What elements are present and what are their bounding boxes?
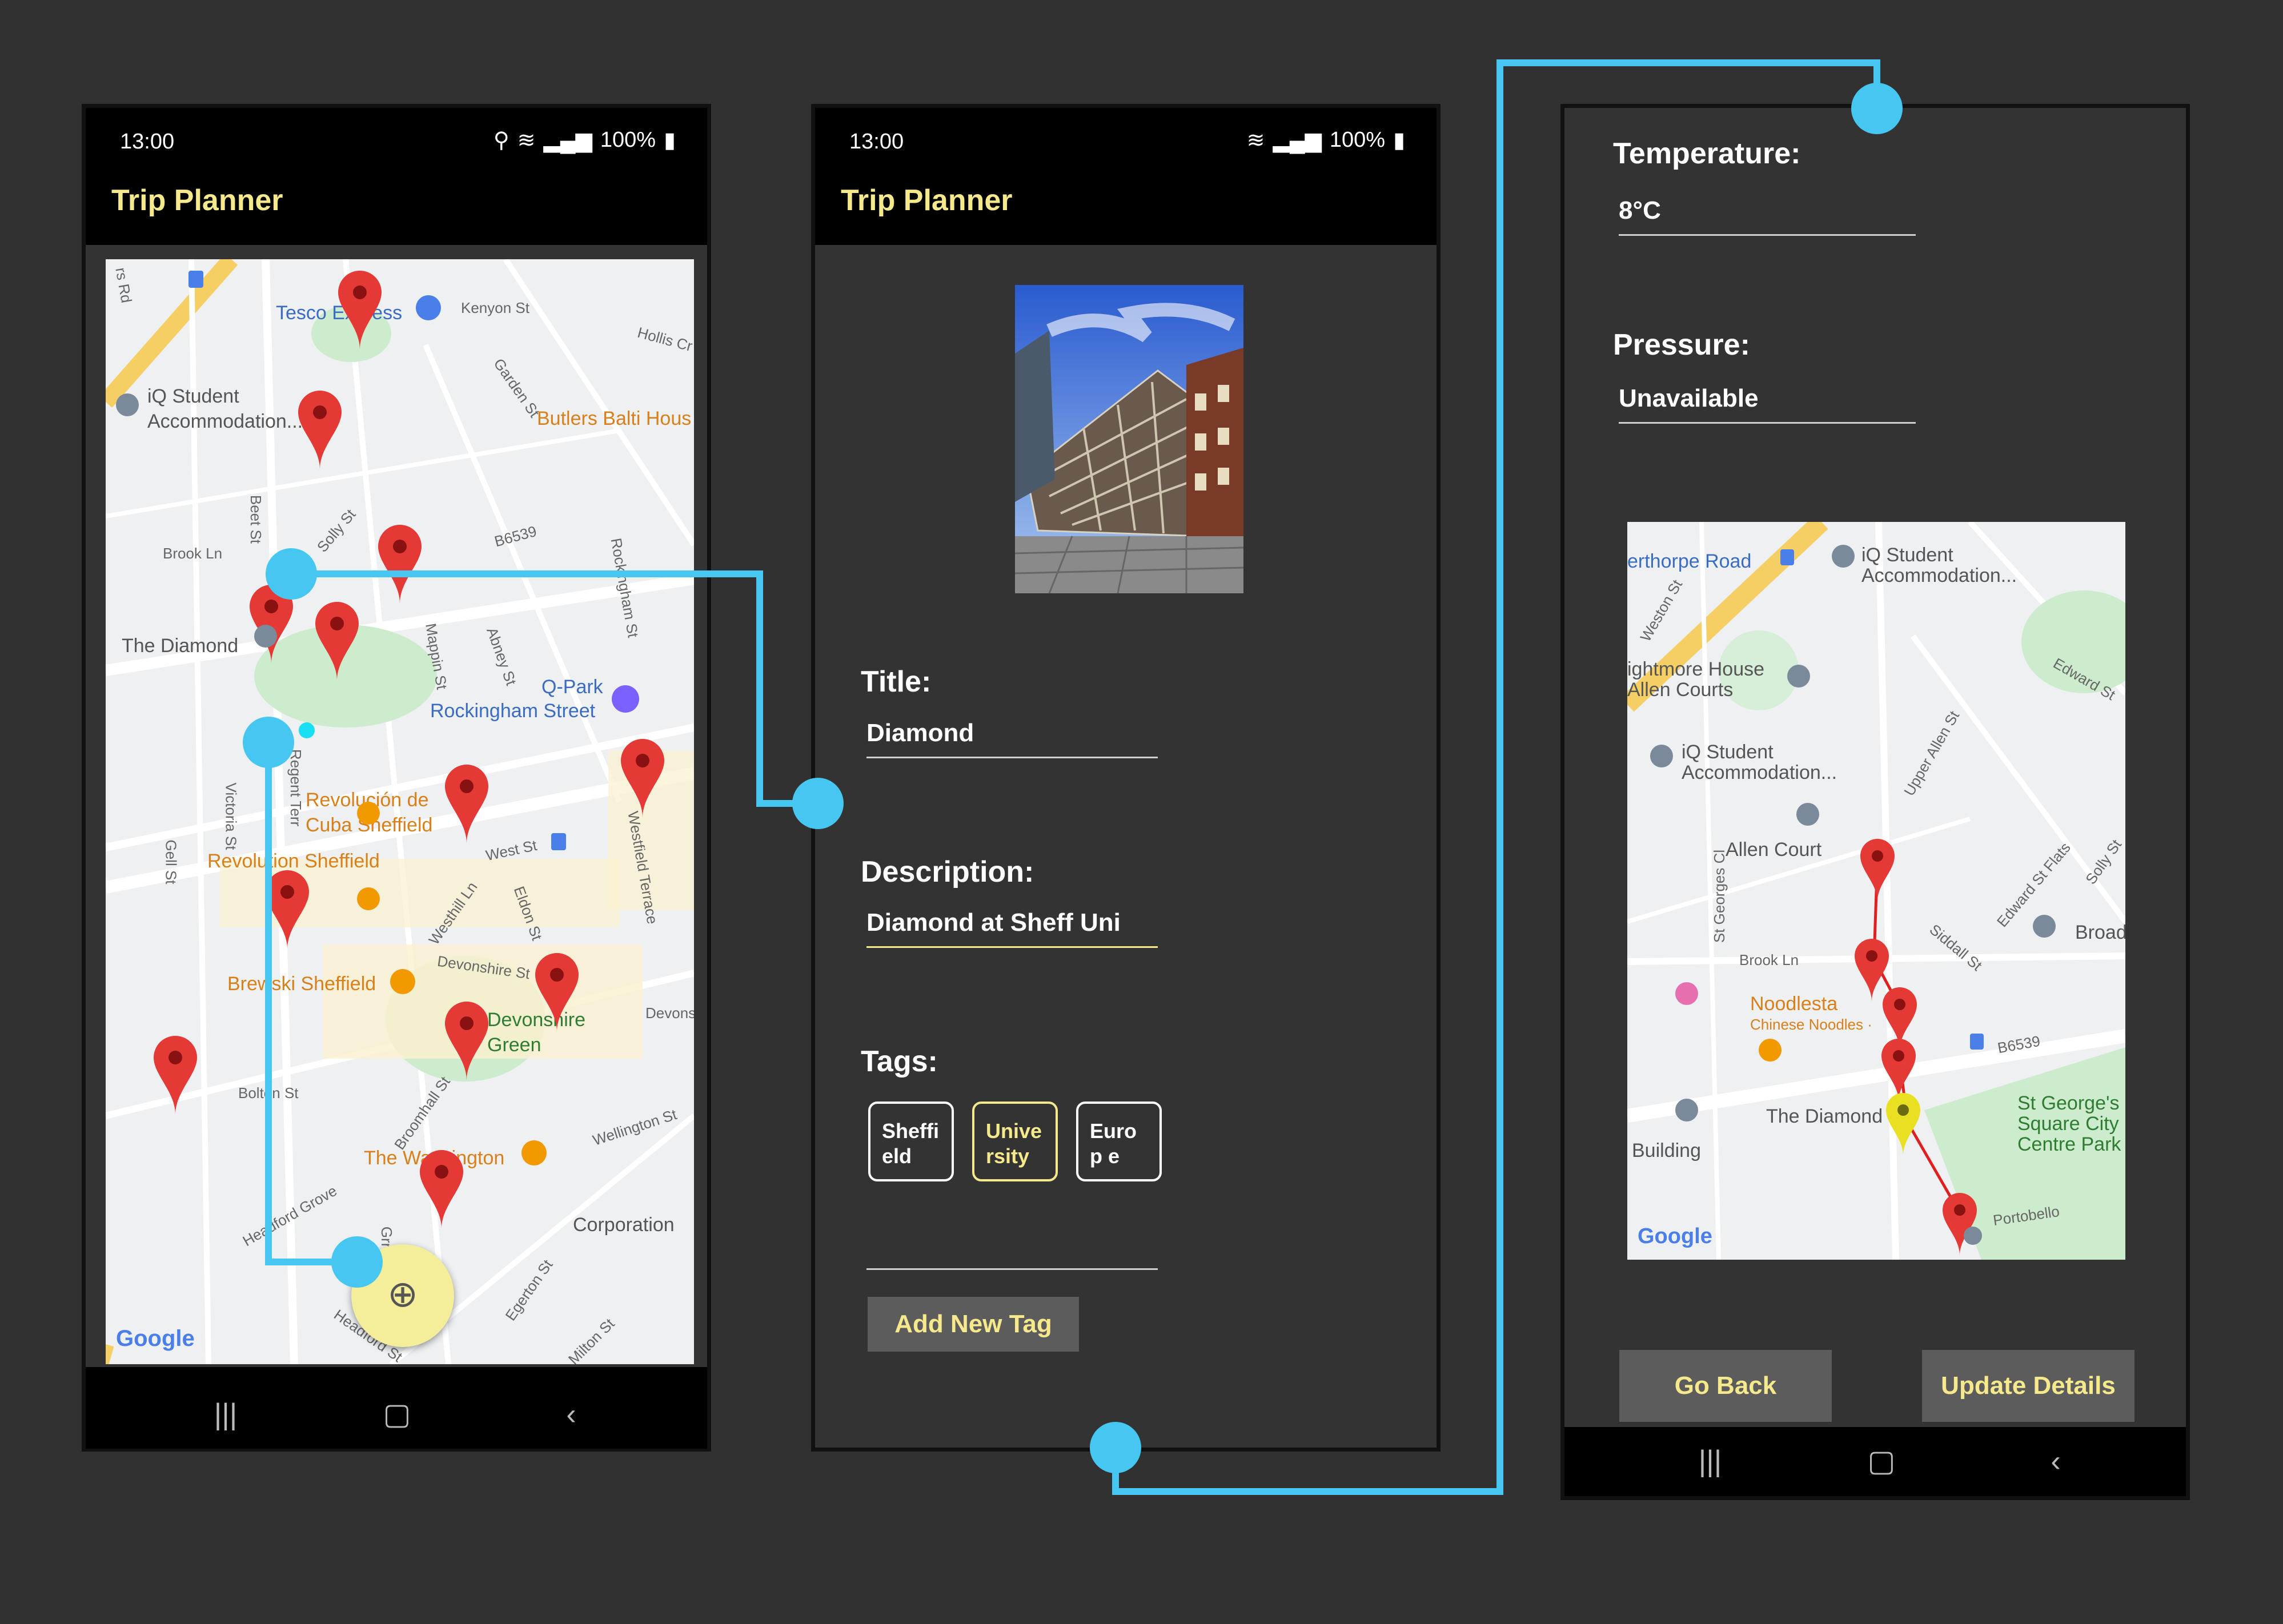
- status-time: 13:00: [849, 130, 904, 154]
- map-pin: [1860, 839, 1895, 902]
- map-pin: [298, 391, 342, 469]
- weather-form: Temperature: 8°C Pressure: Unavailable e…: [1564, 108, 2186, 1427]
- battery-percent: 100%: [600, 128, 656, 152]
- home-icon[interactable]: ▢: [380, 1397, 414, 1432]
- recents-icon[interactable]: |||: [1693, 1444, 1727, 1478]
- description-label: Description:: [861, 855, 1034, 889]
- map-pin: [445, 765, 488, 843]
- map-pin: [1943, 1193, 1977, 1256]
- battery-percent: 100%: [1329, 128, 1386, 152]
- home-icon[interactable]: ▢: [1864, 1444, 1899, 1478]
- wifi-icon: ≋: [517, 128, 536, 152]
- map-pin: [535, 953, 579, 1032]
- map-view[interactable]: rs Rd Tesco Express Kenyon St Hollis Cr …: [106, 259, 694, 1364]
- phone-screen-details: 13:00 ≋ ▂▄▆ 100% ▮ Trip Planner Title: D…: [811, 104, 1441, 1452]
- recents-icon[interactable]: |||: [208, 1397, 243, 1432]
- description-input[interactable]: Diamond at Sheff Uni: [866, 909, 1158, 948]
- tags-label: Tags:: [861, 1045, 938, 1078]
- status-bar: 13:00 ≋ ▂▄▆ 100% ▮: [815, 108, 1437, 171]
- map-pin: [445, 1002, 488, 1080]
- app-title: Trip Planner: [841, 184, 1013, 217]
- map-pin: [621, 739, 664, 818]
- map-pins: [116, 271, 664, 1229]
- map-pin: [420, 1150, 463, 1229]
- tag-chip[interactable]: Europ e: [1076, 1102, 1162, 1181]
- details-form: Title: Diamond Description: Diamond at S…: [815, 245, 1437, 1448]
- map-pin: [266, 870, 309, 949]
- my-location-button[interactable]: ⊕: [351, 1244, 454, 1347]
- app-title: Trip Planner: [111, 184, 283, 217]
- phone-screen-map: 13:00 ⚲ ≋ ▂▄▆ 100% ▮ Trip Planner rs Rd …: [82, 104, 711, 1452]
- map-pin: [315, 602, 359, 681]
- battery-icon: ▮: [664, 128, 676, 152]
- route-map-pins: [1650, 545, 2056, 1256]
- location-icon: ⚲: [493, 128, 509, 152]
- wifi-icon: ≋: [1246, 128, 1265, 152]
- status-bar: 13:00 ⚲ ≋ ▂▄▆ 100% ▮: [86, 108, 707, 171]
- crosshair-icon: ⊕: [387, 1273, 418, 1315]
- map-pin: [1855, 939, 1889, 1002]
- map-pin: [250, 585, 293, 664]
- back-icon[interactable]: ‹: [554, 1397, 588, 1432]
- new-tag-input[interactable]: [866, 1240, 1158, 1270]
- map-pin: [154, 1036, 197, 1115]
- tag-chip-selected[interactable]: Unive rsity: [972, 1102, 1058, 1181]
- signal-icon: ▂▄▆: [1273, 128, 1322, 152]
- title-label: Title:: [861, 665, 932, 698]
- pressure-value: Unavailable: [1619, 384, 1916, 424]
- tag-chip[interactable]: Sheffi eld: [868, 1102, 954, 1181]
- temperature-label: Temperature:: [1613, 137, 1801, 170]
- map-pin-selected: [1886, 1093, 1920, 1156]
- go-back-button[interactable]: Go Back: [1619, 1350, 1832, 1422]
- status-time: 13:00: [120, 130, 175, 154]
- system-nav-bar: ||| ▢ ‹: [86, 1380, 707, 1449]
- add-new-tag-button[interactable]: Add New Tag: [868, 1297, 1079, 1352]
- pressure-label: Pressure:: [1613, 328, 1750, 361]
- battery-icon: ▮: [1393, 128, 1405, 152]
- signal-icon: ▂▄▆: [543, 128, 592, 152]
- map-pin: [1881, 1039, 1916, 1102]
- location-photo[interactable]: [1015, 285, 1243, 593]
- back-icon[interactable]: ‹: [2039, 1444, 2073, 1478]
- map-pin: [378, 525, 422, 604]
- map-container: rs Rd Tesco Express Kenyon St Hollis Cr …: [86, 245, 707, 1367]
- update-details-button[interactable]: Update Details: [1922, 1350, 2134, 1422]
- temperature-value: 8°C: [1619, 196, 1916, 236]
- system-nav-bar: ||| ▢ ‹: [1564, 1427, 2186, 1496]
- route-map-view[interactable]: erthorpe Road iQ Student Accommodation..…: [1627, 522, 2125, 1260]
- phone-screen-weather: Temperature: 8°C Pressure: Unavailable e…: [1560, 104, 2190, 1500]
- map-pin: [338, 271, 382, 349]
- title-input[interactable]: Diamond: [866, 719, 1158, 758]
